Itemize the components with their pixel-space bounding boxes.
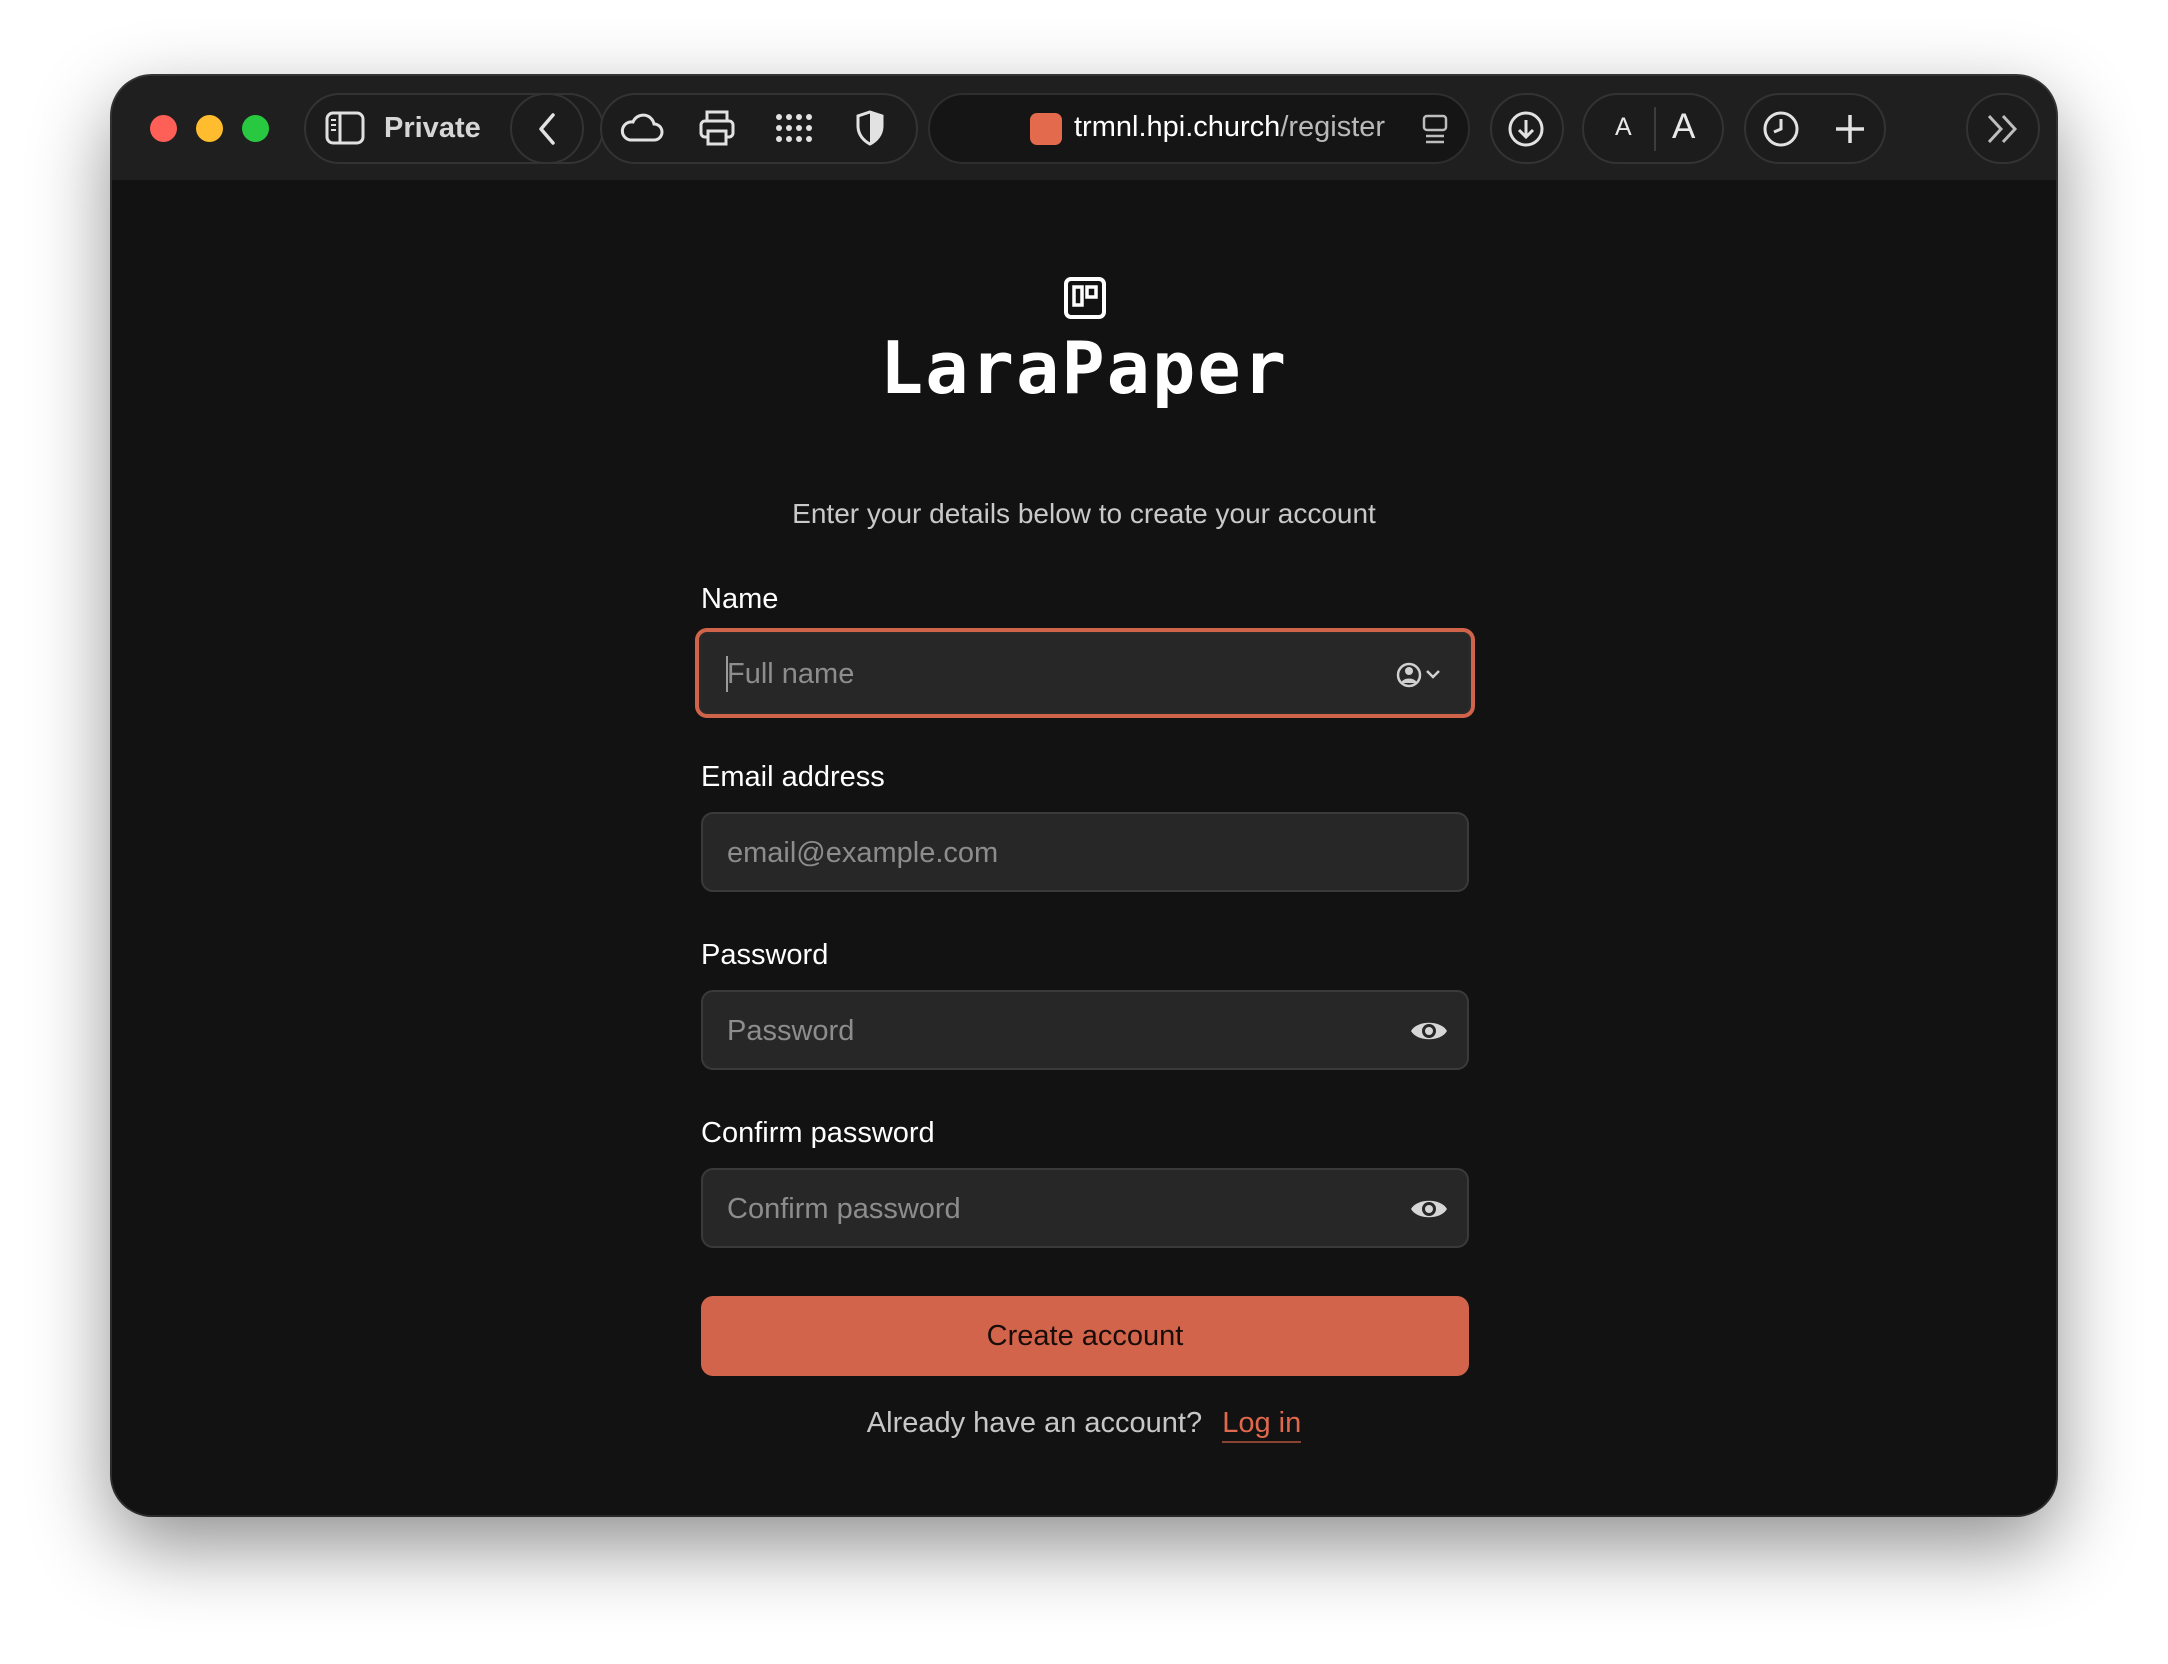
- sidebar-icon[interactable]: [324, 108, 366, 148]
- text-size-pill: [1582, 93, 1724, 164]
- brand-title: LaraPaper: [879, 326, 1289, 410]
- show-confirm-password-eye-icon[interactable]: [1409, 1194, 1449, 1224]
- shield-icon[interactable]: [850, 107, 890, 149]
- increase-text-size-button[interactable]: A: [1672, 107, 1695, 147]
- close-window-button[interactable]: [150, 115, 177, 142]
- login-prompt-row: Already have an account? Log in: [112, 1407, 2056, 1443]
- larapaper-logo-icon: [1063, 276, 1107, 320]
- chevron-left-icon: [530, 110, 564, 148]
- email-placeholder: email@example.com: [727, 837, 999, 869]
- url-host: trmnl.hpi.church: [1074, 111, 1281, 143]
- site-favicon-icon: [1030, 113, 1062, 145]
- login-prompt-text: Already have an account?: [866, 1407, 1203, 1439]
- name-label: Name: [701, 583, 779, 615]
- reader-mode-icon[interactable]: [1420, 111, 1450, 147]
- zoom-window-button[interactable]: [242, 115, 269, 142]
- email-label: Email address: [701, 761, 885, 793]
- login-link[interactable]: Log in: [1222, 1407, 1302, 1443]
- download-icon: [1505, 108, 1547, 150]
- password-placeholder: Password: [727, 1015, 855, 1047]
- history-clock-icon[interactable]: [1760, 108, 1802, 150]
- printer-icon[interactable]: [696, 107, 738, 149]
- decrease-text-size-button[interactable]: A: [1615, 113, 1632, 142]
- autofill-contact-icon[interactable]: [1395, 660, 1445, 690]
- minimize-window-button[interactable]: [196, 115, 223, 142]
- url-text[interactable]: trmnl.hpi.church/register: [1074, 111, 1385, 144]
- new-tab-plus-icon[interactable]: [1830, 109, 1870, 149]
- password-input[interactable]: Password: [701, 990, 1469, 1070]
- text-size-divider: [1654, 107, 1656, 151]
- confirm-password-input[interactable]: Confirm password: [701, 1168, 1469, 1248]
- create-account-button[interactable]: Create account: [701, 1296, 1469, 1376]
- email-input[interactable]: email@example.com: [701, 812, 1469, 892]
- page-content: LaraPaper Enter your details below to cr…: [112, 180, 2056, 1515]
- password-label: Password: [701, 939, 829, 971]
- confirm-password-label: Confirm password: [701, 1117, 935, 1149]
- show-password-eye-icon[interactable]: [1409, 1016, 1449, 1046]
- private-browsing-label: Private: [384, 112, 481, 144]
- grid-apps-icon[interactable]: [774, 108, 814, 148]
- page-subtitle: Enter your details below to create your …: [792, 498, 1376, 529]
- double-chevron-right-icon: [1982, 109, 2024, 149]
- url-path: /register: [1280, 111, 1386, 143]
- browser-toolbar: Private trmnl.hpi.church/register A A: [112, 76, 2056, 180]
- browser-window: Private trmnl.hpi.church/register A A La…: [112, 76, 2056, 1515]
- cloud-icon[interactable]: [618, 109, 666, 147]
- name-placeholder: Full name: [727, 658, 855, 690]
- confirm-password-placeholder: Confirm password: [727, 1193, 961, 1225]
- name-input[interactable]: Full name: [695, 628, 1475, 718]
